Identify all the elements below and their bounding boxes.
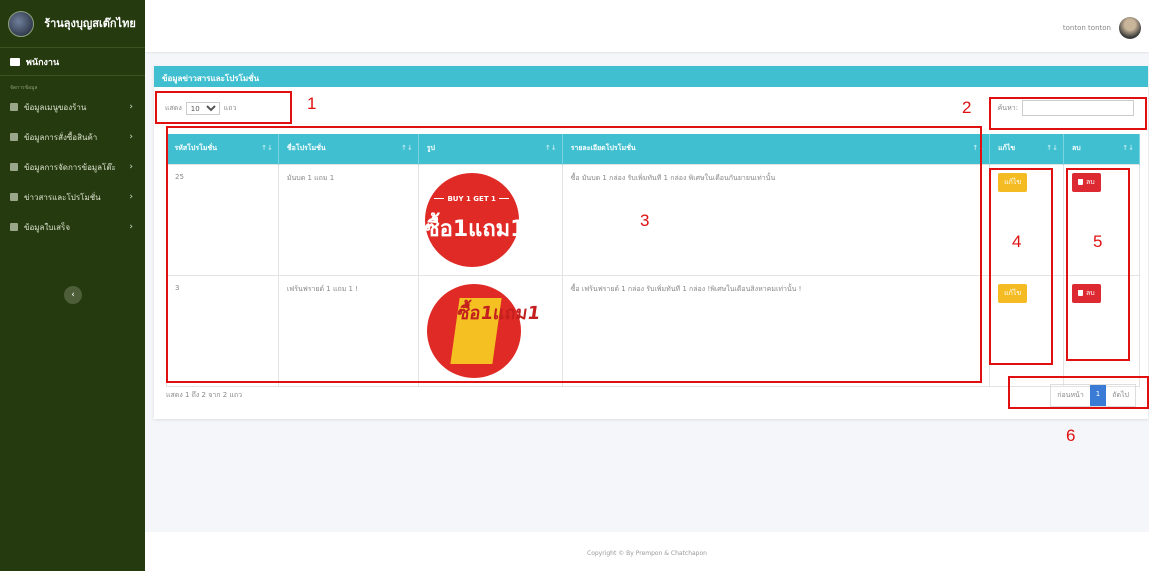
chevron-right-icon: ›	[129, 222, 133, 232]
megaphone-icon	[10, 193, 18, 201]
table-info: แสดง 1 ถึง 2 จาก 2 แถว	[166, 391, 243, 399]
sidebar-item-label: ข้อมูลเมนูของร้าน	[24, 102, 87, 112]
chevron-right-icon: ›	[129, 192, 133, 202]
annotation-number-5: 5	[1093, 232, 1103, 251]
menu-icon	[10, 103, 18, 111]
brand-name: ร้านลุงบุญสเต๊กไทย	[44, 16, 136, 30]
header-label: แก้ไข	[998, 144, 1016, 153]
chevron-right-icon: ›	[129, 132, 133, 142]
annotation-box-1	[155, 91, 292, 124]
sidebar-item-label: ข้อมูลการสั่งซื้อสินค้า	[24, 132, 98, 142]
sidebar-item-promotions[interactable]: ข่าวสารและโปรโมชั่น ›	[0, 182, 145, 212]
header-edit[interactable]: แก้ไข ↑↓	[989, 134, 1065, 164]
sidebar-item-label: ข่าวสารและโปรโมชั่น	[24, 192, 101, 202]
sort-icon: ↑↓	[1122, 144, 1134, 152]
sidebar-item-tables[interactable]: ข้อมูลการจัดการข้อมูลโต๊ะ ›	[0, 152, 145, 182]
annotation-number-1: 1	[307, 94, 317, 113]
section-label: จัดการข้อมูล	[10, 85, 38, 91]
annotation-box-4	[989, 168, 1053, 365]
id-card-icon	[10, 57, 20, 66]
avatar[interactable]	[1119, 17, 1141, 39]
annotation-number-3: 3	[640, 211, 650, 230]
header-label: ลบ	[1072, 144, 1081, 153]
sidebar: ร้านลุงบุญสเต๊กไทย พนักงาน จัดการข้อมูล …	[0, 0, 145, 571]
user-panel[interactable]: พนักงาน	[0, 48, 145, 76]
brand[interactable]: ร้านลุงบุญสเต๊กไทย	[0, 0, 145, 48]
annotation-box-3	[166, 126, 982, 383]
sidebar-item-label: ข้อมูลการจัดการข้อมูลโต๊ะ	[24, 162, 116, 172]
topbar: tonton tonton	[145, 0, 1149, 52]
annotation-box-5	[1066, 168, 1130, 361]
footer: Copyright © By Prempon & Chatchapon	[145, 532, 1149, 571]
sort-icon: ↑↓	[1046, 144, 1059, 152]
annotation-box-2	[989, 97, 1147, 130]
sidebar-item-receipts[interactable]: ข้อมูลใบเสร็จ ›	[0, 212, 145, 242]
cart-icon	[10, 133, 18, 141]
chevron-right-icon: ›	[129, 162, 133, 172]
brand-logo	[8, 10, 34, 37]
header-delete[interactable]: ลบ ↑↓	[1063, 134, 1140, 164]
annotation-number-2: 2	[962, 98, 972, 117]
user-label: พนักงาน	[26, 57, 60, 68]
username[interactable]: tonton tonton	[1063, 24, 1111, 32]
receipt-icon	[10, 223, 18, 231]
sidebar-item-label: ข้อมูลใบเสร็จ	[24, 222, 71, 232]
sidebar-item-menu[interactable]: ข้อมูลเมนูของร้าน ›	[0, 92, 145, 122]
sidebar-item-orders[interactable]: ข้อมูลการสั่งซื้อสินค้า ›	[0, 122, 145, 152]
annotation-number-6: 6	[1066, 426, 1076, 445]
annotation-number-4: 4	[1012, 232, 1022, 251]
table-icon	[10, 163, 18, 171]
sidebar-toggle-button[interactable]: ‹	[64, 286, 82, 304]
card-title: ข้อมูลข่าวสารและโปรโมชั่น	[154, 66, 1148, 87]
chevron-right-icon: ›	[129, 102, 133, 112]
annotation-box-6	[1008, 376, 1149, 409]
